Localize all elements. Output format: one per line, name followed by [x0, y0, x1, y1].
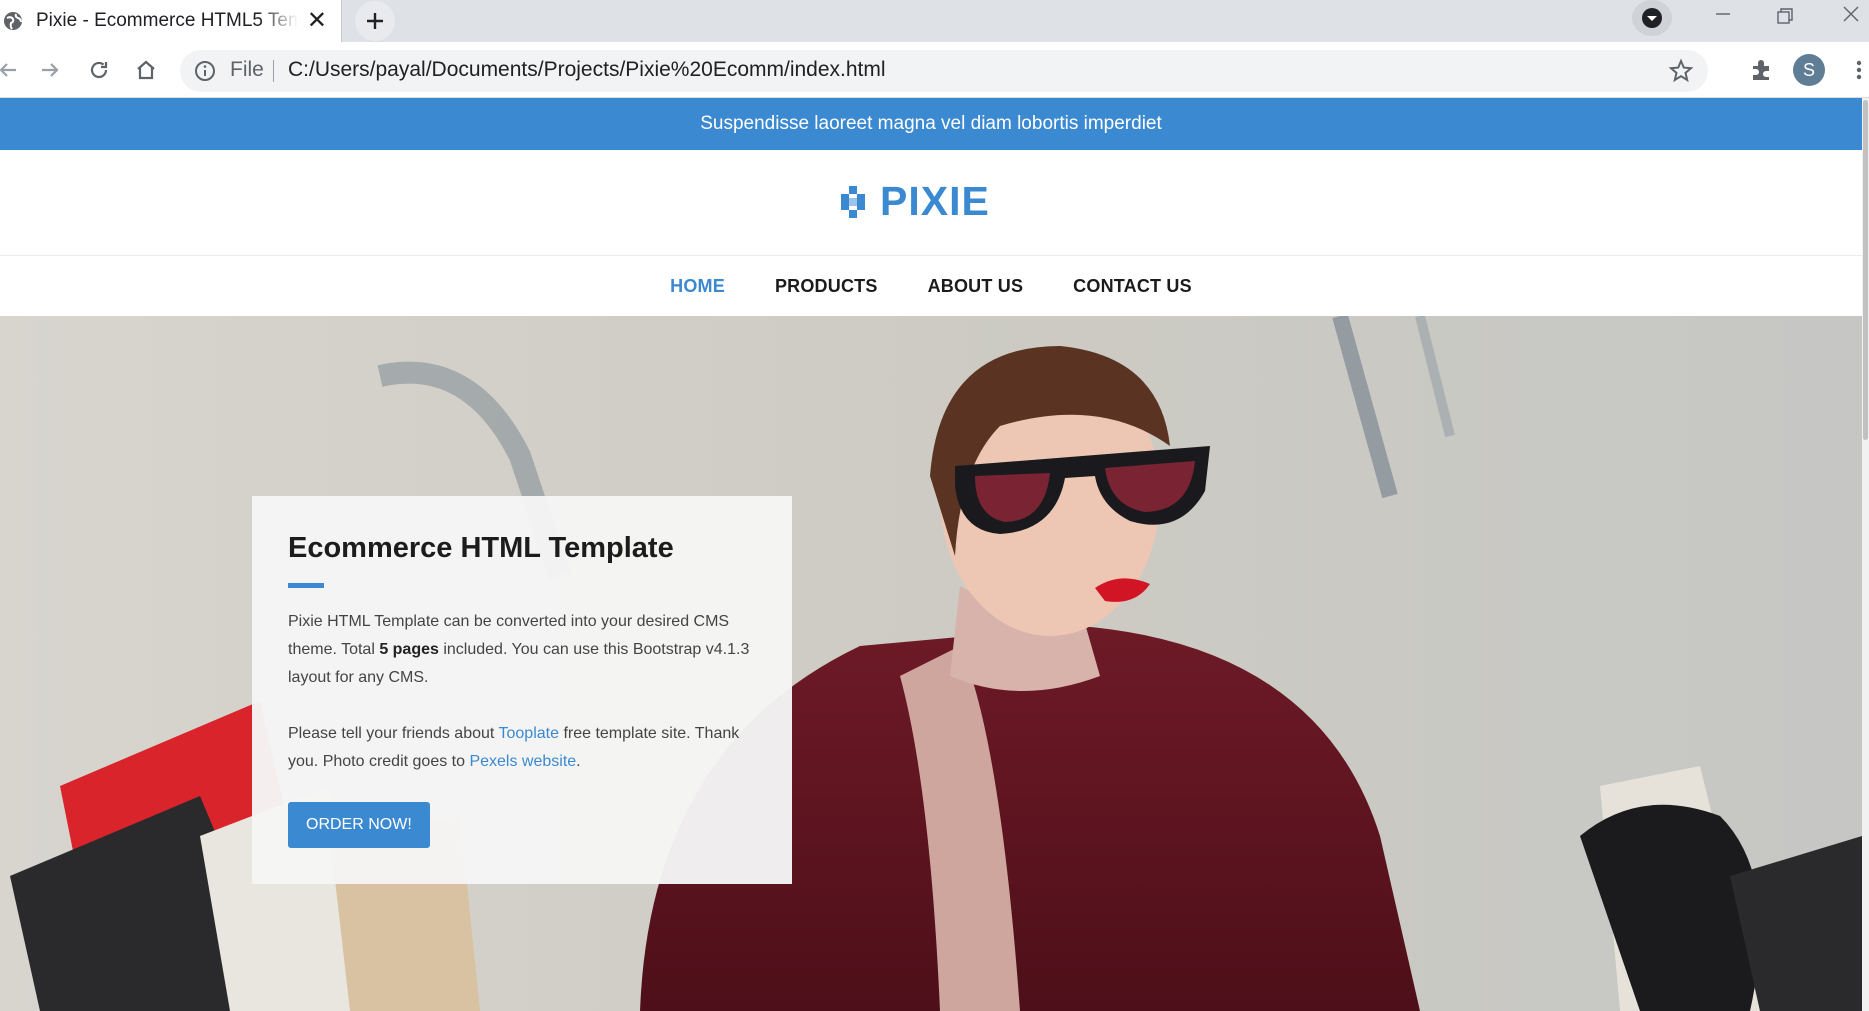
restore-icon[interactable] [1770, 2, 1800, 32]
browser-toolbar: File C:/Users/payal/Documents/Projects/P… [0, 42, 1869, 98]
logo-text: PIXIE [880, 178, 990, 224]
reload-button[interactable] [83, 54, 115, 86]
nav-item-about-us[interactable]: ABOUT US [928, 276, 1024, 297]
nav-item-products[interactable]: PRODUCTS [775, 276, 878, 297]
url-text[interactable]: C:/Users/payal/Documents/Projects/Pixie%… [288, 58, 886, 82]
pexels-link[interactable]: Pexels website [469, 753, 576, 770]
window-close-icon[interactable] [1836, 0, 1866, 30]
home-icon [137, 60, 155, 80]
forward-icon [42, 63, 59, 77]
logo-mark-icon [841, 185, 865, 218]
scheme-label: File [230, 58, 264, 81]
forward-button[interactable] [34, 54, 66, 86]
star-icon[interactable] [1668, 58, 1694, 84]
back-icon [0, 63, 16, 77]
menu-icon [1856, 60, 1862, 80]
nav-item-contact-us[interactable]: CONTACT US [1073, 276, 1192, 297]
site-header: PIXIE [0, 150, 1862, 256]
browser-tab[interactable]: Pixie - Ecommerce HTML5 Template ✕ [0, 0, 342, 42]
nav-item-home[interactable]: HOME [670, 276, 725, 297]
main-nav: HOME PRODUCTS ABOUT US CONTACT US [0, 257, 1862, 316]
reload-icon [90, 61, 108, 79]
hero-credits: Please tell your friends about Tooplate … [288, 725, 740, 770]
home-button[interactable] [130, 54, 162, 86]
scrollbar-thumb[interactable] [1863, 100, 1868, 440]
globe-icon [4, 12, 22, 30]
info-icon[interactable] [194, 60, 216, 82]
tooplate-link[interactable]: Tooplate [499, 725, 560, 742]
profile-avatar[interactable]: S [1793, 54, 1825, 86]
order-now-button[interactable]: ORDER NOW! [288, 802, 430, 848]
divider [273, 60, 274, 82]
title-underline [288, 583, 324, 588]
announcement-bar: Suspendisse laoreet magna vel diam lobor… [0, 98, 1862, 150]
back-button[interactable] [0, 54, 24, 86]
hero-description: Pixie HTML Template can be converted int… [288, 613, 750, 686]
plus-icon [367, 13, 383, 29]
web-page: Suspendisse laoreet magna vel diam lobor… [0, 98, 1862, 1011]
hero-card: Ecommerce HTML Template Pixie HTML Templ… [252, 496, 792, 884]
tab-strip: Pixie - Ecommerce HTML5 Template ✕ [0, 0, 1869, 42]
new-tab-button[interactable] [355, 1, 395, 41]
address-bar[interactable]: File C:/Users/payal/Documents/Projects/P… [180, 50, 1708, 92]
tab-search-icon [1642, 8, 1662, 28]
site-logo[interactable]: PIXIE [836, 178, 990, 225]
minimize-icon[interactable] [1708, 2, 1738, 32]
hero-title: Ecommerce HTML Template [288, 532, 674, 564]
tab-search-button[interactable] [1632, 0, 1672, 36]
tab-title: Pixie - Ecommerce HTML5 Template [36, 10, 298, 31]
browser-menu-button[interactable] [1843, 54, 1869, 86]
close-icon[interactable]: ✕ [307, 9, 327, 33]
page-scrollbar[interactable] [1862, 98, 1869, 1011]
extensions-icon [1753, 60, 1769, 80]
extensions-button[interactable] [1745, 54, 1777, 86]
